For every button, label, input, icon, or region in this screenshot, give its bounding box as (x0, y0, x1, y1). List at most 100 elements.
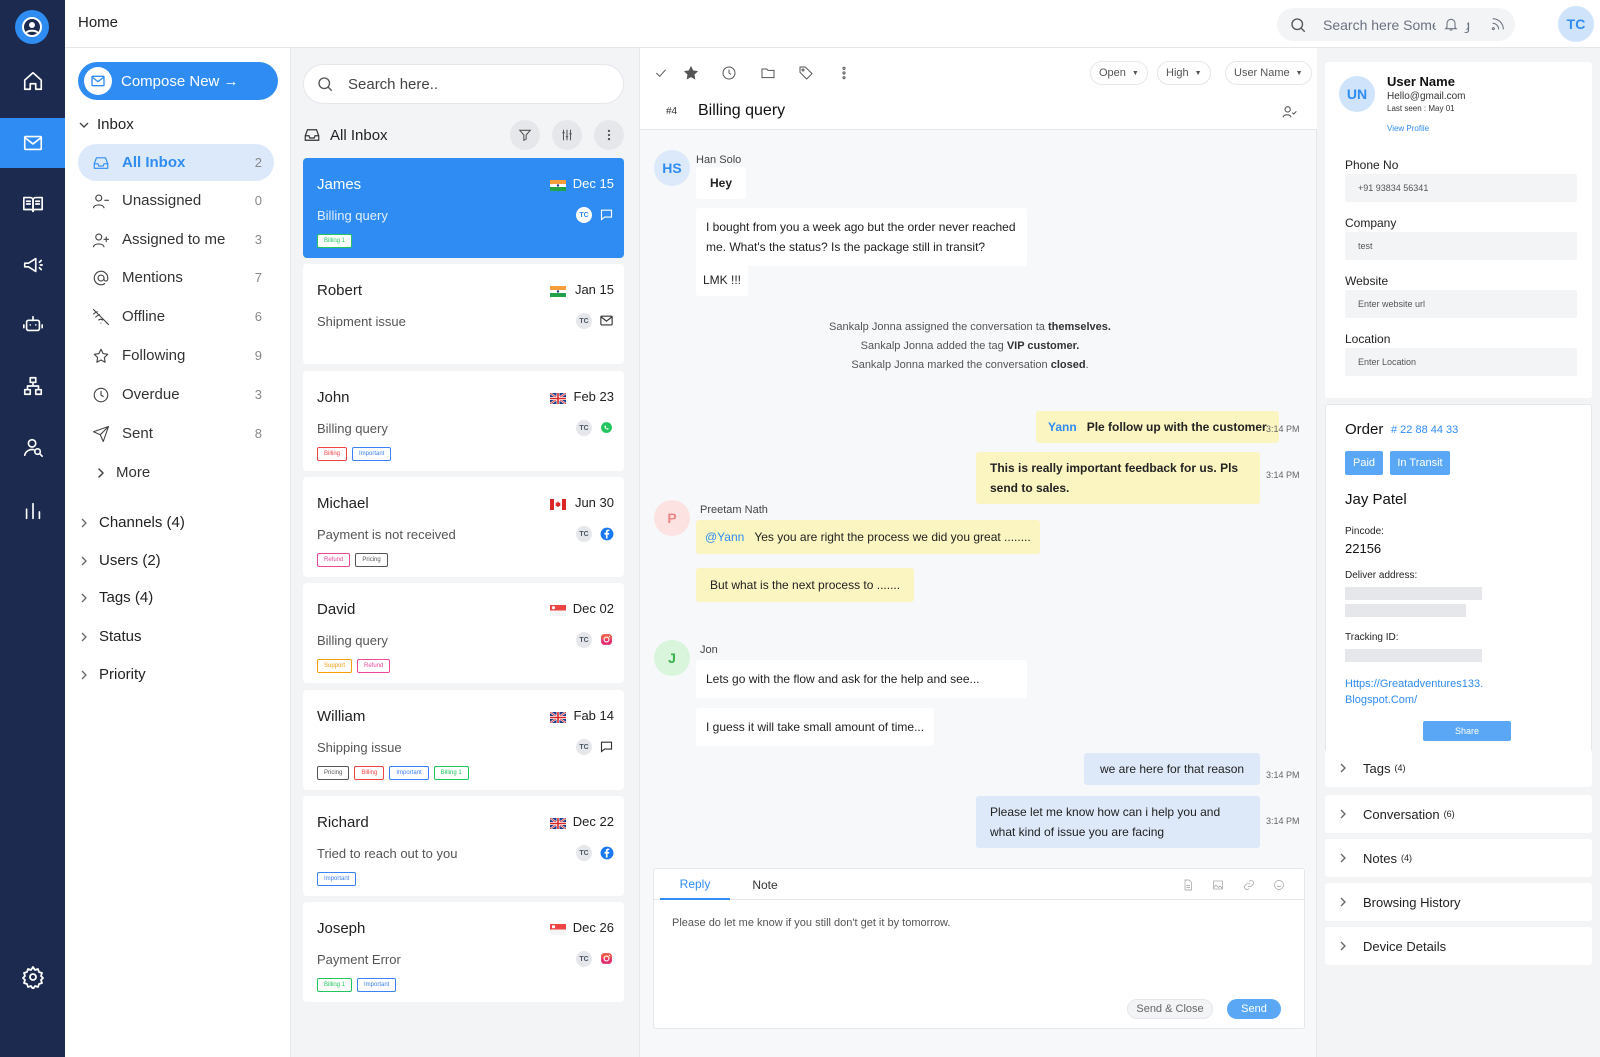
nav-item-sent[interactable]: Sent 8 (78, 415, 274, 452)
image-icon[interactable] (1212, 878, 1224, 896)
tag-chip[interactable]: Important (352, 447, 392, 461)
clock-icon[interactable] (720, 64, 738, 82)
conversation-card[interactable]: Joseph Dec 26 Payment Error TC Billing 1 Impo… (303, 902, 624, 1002)
accordion-browsing-history[interactable]: Browsing History (1325, 883, 1592, 921)
assign-user-icon[interactable] (1281, 104, 1297, 125)
avatar: HS (654, 150, 690, 186)
list-search-input[interactable] (348, 75, 598, 93)
send-and-close-button[interactable]: Send & Close (1127, 999, 1213, 1019)
tab-reply[interactable]: Reply (660, 869, 730, 900)
tag-chip[interactable]: Refund (317, 553, 351, 567)
emoji-icon[interactable] (1273, 878, 1285, 896)
breadcrumb[interactable]: Home (78, 14, 118, 31)
global-search-input[interactable] (1323, 16, 1493, 33)
nav-item-unassigned[interactable]: Unassigned 0 (78, 182, 274, 219)
nav-item-offline[interactable]: Offline 6 (78, 298, 274, 335)
accordion-notes[interactable]: Notes (4) (1325, 839, 1592, 877)
phone-field[interactable] (1345, 174, 1577, 202)
status-dropdown[interactable]: Open ▼ (1090, 61, 1148, 85)
global-search[interactable] (1277, 8, 1515, 41)
tab-note[interactable]: Note (730, 869, 800, 900)
nav-item-overdue[interactable]: Overdue 3 (78, 376, 274, 413)
mention[interactable]: Yann (1048, 420, 1077, 434)
app-logo[interactable] (15, 10, 49, 44)
tag-chip[interactable]: Billing (317, 447, 348, 461)
company-field[interactable] (1345, 232, 1577, 260)
accordion-conversation[interactable]: Conversation (6) (1325, 795, 1592, 833)
nav-section-tags[interactable]: Tags (4) (79, 589, 153, 606)
tag-chip[interactable]: Important (389, 766, 429, 780)
rail-hierarchy-icon[interactable] (0, 361, 65, 411)
tag-icon[interactable] (797, 64, 815, 82)
clock-icon (90, 386, 112, 404)
nav-item-following[interactable]: Following 9 (78, 337, 274, 374)
more-vertical-icon[interactable] (594, 120, 624, 150)
tag-chip[interactable]: Billing 1 (317, 978, 353, 992)
conversation-card[interactable]: Robert Jan 15 Shipment issue TC (303, 264, 624, 364)
rail-mail-icon[interactable] (0, 118, 65, 168)
conversation-card[interactable]: Richard Dec 22 Tried to reach out to you TC… (303, 796, 624, 896)
tag-chip[interactable]: Billing 1 (317, 234, 353, 248)
sliders-icon[interactable] (552, 120, 582, 150)
tracking-link[interactable]: Https://Greatadventures133. Blogspot.Com… (1345, 676, 1495, 708)
nav-item-mentions[interactable]: Mentions 7 (78, 259, 274, 296)
location-field[interactable] (1345, 348, 1577, 376)
conversation-card[interactable]: Michael Jun 30 Payment is not received TC Re… (303, 477, 624, 577)
rail-reports-icon[interactable] (0, 486, 65, 536)
pincode-value: 22156 (1345, 541, 1382, 556)
attach-file-icon[interactable] (1182, 878, 1194, 896)
mention[interactable]: @Yann (705, 530, 744, 544)
rail-book-icon[interactable] (0, 179, 65, 229)
more-vertical-icon[interactable] (835, 64, 853, 82)
filter-icon[interactable] (510, 120, 540, 150)
nav-item-all-inbox[interactable]: All Inbox 2 (78, 144, 274, 181)
link-icon[interactable] (1243, 878, 1255, 896)
tag-chip[interactable]: Billing 1 (433, 766, 469, 780)
order-number[interactable]: # 22 88 44 33 (1391, 424, 1458, 436)
conversation-subject: Billing query (317, 208, 388, 223)
nav-section-status[interactable]: Status (79, 628, 142, 645)
view-profile-link[interactable]: View Profile (1387, 124, 1429, 133)
nav-section-channels[interactable]: Channels (4) (79, 514, 185, 531)
rail-contacts-icon[interactable] (0, 422, 65, 472)
tag-chip[interactable]: Pricing (355, 553, 388, 567)
folder-icon[interactable] (759, 64, 777, 82)
conversation-card[interactable]: James Dec 15 Billing query TC Billing 1 (303, 158, 624, 258)
conversation-date: Feb 23 (573, 389, 614, 404)
icon-rail (0, 0, 65, 1057)
assignee-avatar: TC (576, 845, 592, 861)
nav-item-assigned-to-me[interactable]: Assigned to me 3 (78, 221, 274, 258)
accordion-tags[interactable]: Tags (4) (1325, 749, 1592, 787)
nav-item-more[interactable]: More (78, 454, 274, 491)
conversation-card[interactable]: John Feb 23 Billing query TC Billing Importan… (303, 371, 624, 471)
tag-chip[interactable]: Refund (357, 659, 391, 673)
tag-chip[interactable]: Important (317, 872, 357, 886)
reply-input[interactable]: Please do let me know if you still don't… (672, 917, 950, 929)
priority-dropdown[interactable]: High ▼ (1157, 61, 1211, 85)
assignee-dropdown[interactable]: User Name ▼ (1225, 61, 1312, 85)
nav-section-users[interactable]: Users (2) (79, 552, 161, 569)
website-field[interactable] (1345, 290, 1577, 318)
check-icon[interactable] (652, 64, 670, 82)
rail-megaphone-icon[interactable] (0, 240, 65, 290)
inbox-group-toggle[interactable]: Inbox (79, 116, 134, 133)
accordion-device-details[interactable]: Device Details (1325, 927, 1592, 965)
notifications-icon[interactable] (1435, 8, 1467, 40)
compose-button[interactable]: Compose New → (78, 62, 278, 100)
list-search[interactable] (303, 64, 624, 104)
tag-chip[interactable]: Pricing (317, 766, 350, 780)
rss-icon[interactable] (1482, 8, 1514, 40)
tag-chip[interactable]: Billing (354, 766, 385, 780)
user-avatar[interactable]: TC (1558, 6, 1594, 42)
share-button[interactable]: Share (1423, 721, 1511, 741)
rail-bot-icon[interactable] (0, 299, 65, 349)
tag-chip[interactable]: Important (357, 978, 397, 992)
send-button[interactable]: Send (1227, 999, 1281, 1019)
conversation-card[interactable]: David Dec 02 Billing query TC Support Refund (303, 583, 624, 683)
tag-chip[interactable]: Support (317, 659, 353, 673)
rail-settings-icon[interactable] (0, 952, 65, 1002)
conversation-card[interactable]: William Fab 14 Shipping issue TC Pricing Bill… (303, 690, 624, 790)
nav-section-priority[interactable]: Priority (79, 666, 146, 683)
rail-home-icon[interactable] (0, 56, 65, 106)
star-icon[interactable] (682, 64, 700, 82)
